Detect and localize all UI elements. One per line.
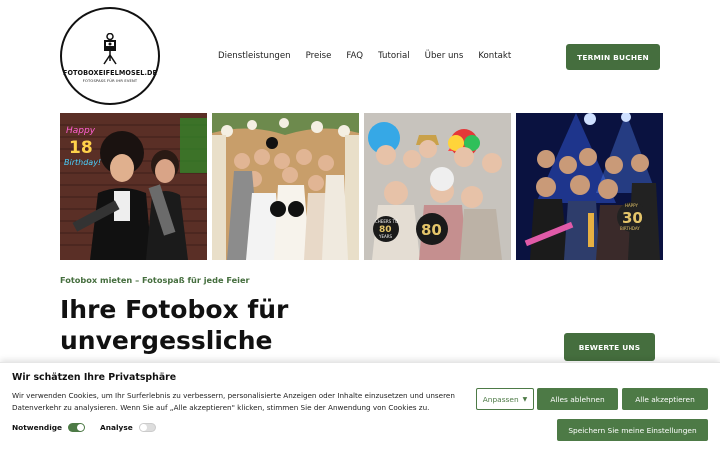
- photo-gallery: Happy 18 Birthday! 80 CHEERS TO 80 YEARS…: [60, 113, 663, 260]
- photobooth-icon: [103, 33, 117, 65]
- toggle-analytics[interactable]: [138, 423, 156, 432]
- sign-cheers-to: CHEERS TO: [375, 219, 398, 224]
- nav-link-tutorial[interactable]: Tutorial: [378, 51, 410, 61]
- cookie-title: Wir schätzen Ihre Privatsphäre: [12, 372, 177, 383]
- cookie-text: Wir verwenden Cookies, um Ihr Surferlebn…: [12, 391, 455, 412]
- logo-title: FOTOBOXEIFELMOSEL.DE: [62, 68, 158, 77]
- logo-subtitle: FOTOSPASS FÜR IHR EVENT: [82, 79, 138, 83]
- customize-button[interactable]: Anpassen ▼: [476, 388, 534, 410]
- toggle-necessary[interactable]: [68, 423, 86, 432]
- balloon-80: 80: [421, 221, 442, 239]
- page: FOTOBOXEIFELMOSEL.DE FOTOSPASS FÜR IHR E…: [0, 0, 720, 450]
- neon-sign-happy: Happy: [66, 126, 96, 136]
- hero-tagline: Fotobox mieten – Fotospaß für jede Feier: [60, 275, 250, 285]
- gallery-photo-80th-birthday: 80 CHEERS TO 80 YEARS: [364, 113, 511, 260]
- nav-link-dienstleistungen[interactable]: Dienstleistungen: [218, 51, 291, 61]
- hero-title: Ihre Fotobox für unvergessliche: [60, 295, 289, 355]
- sign-happy: HAPPY: [625, 203, 638, 208]
- neon-sign-18: 18: [69, 138, 93, 158]
- accept-all-button[interactable]: Alle akzeptieren: [622, 388, 708, 410]
- toggle-label-necessary: Notwendige: [12, 423, 63, 432]
- toggle-label-analytics: Analyse: [100, 423, 133, 432]
- nav-link-preise[interactable]: Preise: [306, 51, 332, 61]
- sign-years: YEARS: [378, 234, 392, 239]
- gallery-photo-30th-birthday: HAPPY 30 BIRTHDAY: [516, 113, 663, 260]
- gallery-photo-wedding: [212, 113, 359, 260]
- nav-link-ueber-uns[interactable]: Über uns: [425, 51, 464, 61]
- site-logo[interactable]: FOTOBOXEIFELMOSEL.DE FOTOSPASS FÜR IHR E…: [60, 7, 160, 105]
- nav-link-faq[interactable]: FAQ: [346, 51, 363, 61]
- sign-30: 30: [622, 209, 643, 227]
- gallery-photo-birthday-18: Happy 18 Birthday!: [60, 113, 207, 260]
- customize-label: Anpassen: [482, 394, 519, 404]
- book-appointment-button[interactable]: TERMIN BUCHEN: [566, 44, 660, 70]
- main-nav: Dienstleistungen Preise FAQ Tutorial Übe…: [218, 51, 511, 61]
- cookie-toggles: Notwendige Analyse: [12, 423, 171, 432]
- save-settings-button[interactable]: Speichern Sie meine Einstellungen: [557, 419, 708, 441]
- rate-us-button[interactable]: BEWERTE UNS: [564, 333, 655, 361]
- neon-sign-birthday: Birthday!: [64, 158, 101, 167]
- caret-down-icon: ▼: [522, 395, 528, 403]
- nav-link-kontakt[interactable]: Kontakt: [478, 51, 511, 61]
- reject-all-button[interactable]: Alles ablehnen: [537, 388, 618, 410]
- sign-birthday: BIRTHDAY: [620, 226, 640, 231]
